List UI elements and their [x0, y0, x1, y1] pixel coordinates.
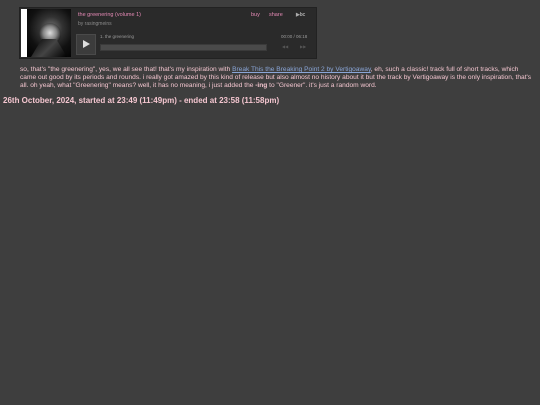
track-title: the greenering — [105, 34, 135, 39]
current-track-label: 1. the greenering — [100, 34, 134, 39]
inspiration-link[interactable]: Break This the Breaking Point 2 by Verti… — [232, 66, 371, 73]
description-bold-suffix: -ing — [255, 82, 268, 89]
play-button[interactable] — [76, 34, 96, 55]
previous-track-icon[interactable]: ◀◀ — [282, 44, 292, 49]
description-text-3: to "Greener". it's just a random word. — [267, 82, 377, 89]
description-paragraph: so, that's "the greenering", yes, we all… — [20, 66, 532, 90]
album-cover-image[interactable] — [21, 9, 71, 57]
progress-bar[interactable] — [100, 44, 267, 51]
next-track-icon[interactable]: ▶▶ — [300, 44, 310, 49]
cover-artwork — [27, 9, 71, 57]
album-title-link[interactable]: the greenering (volume 1) — [78, 12, 141, 18]
share-link[interactable]: share — [269, 12, 283, 18]
artist-name[interactable]: by rasingmeins — [78, 21, 112, 27]
track-number: 1. — [100, 34, 104, 39]
bandcamp-logo-icon[interactable]: ▶bc — [296, 12, 305, 18]
description-text-1: so, that's "the greenering", yes, we all… — [20, 66, 233, 73]
audio-player-embed: the greenering (volume 1) by rasingmeins… — [19, 7, 317, 59]
buy-link[interactable]: buy — [251, 12, 260, 18]
date-time-heading: 26th October, 2024, started at 23:49 (11… — [3, 96, 280, 105]
track-time: 00:00 / 06:18 — [281, 34, 308, 39]
